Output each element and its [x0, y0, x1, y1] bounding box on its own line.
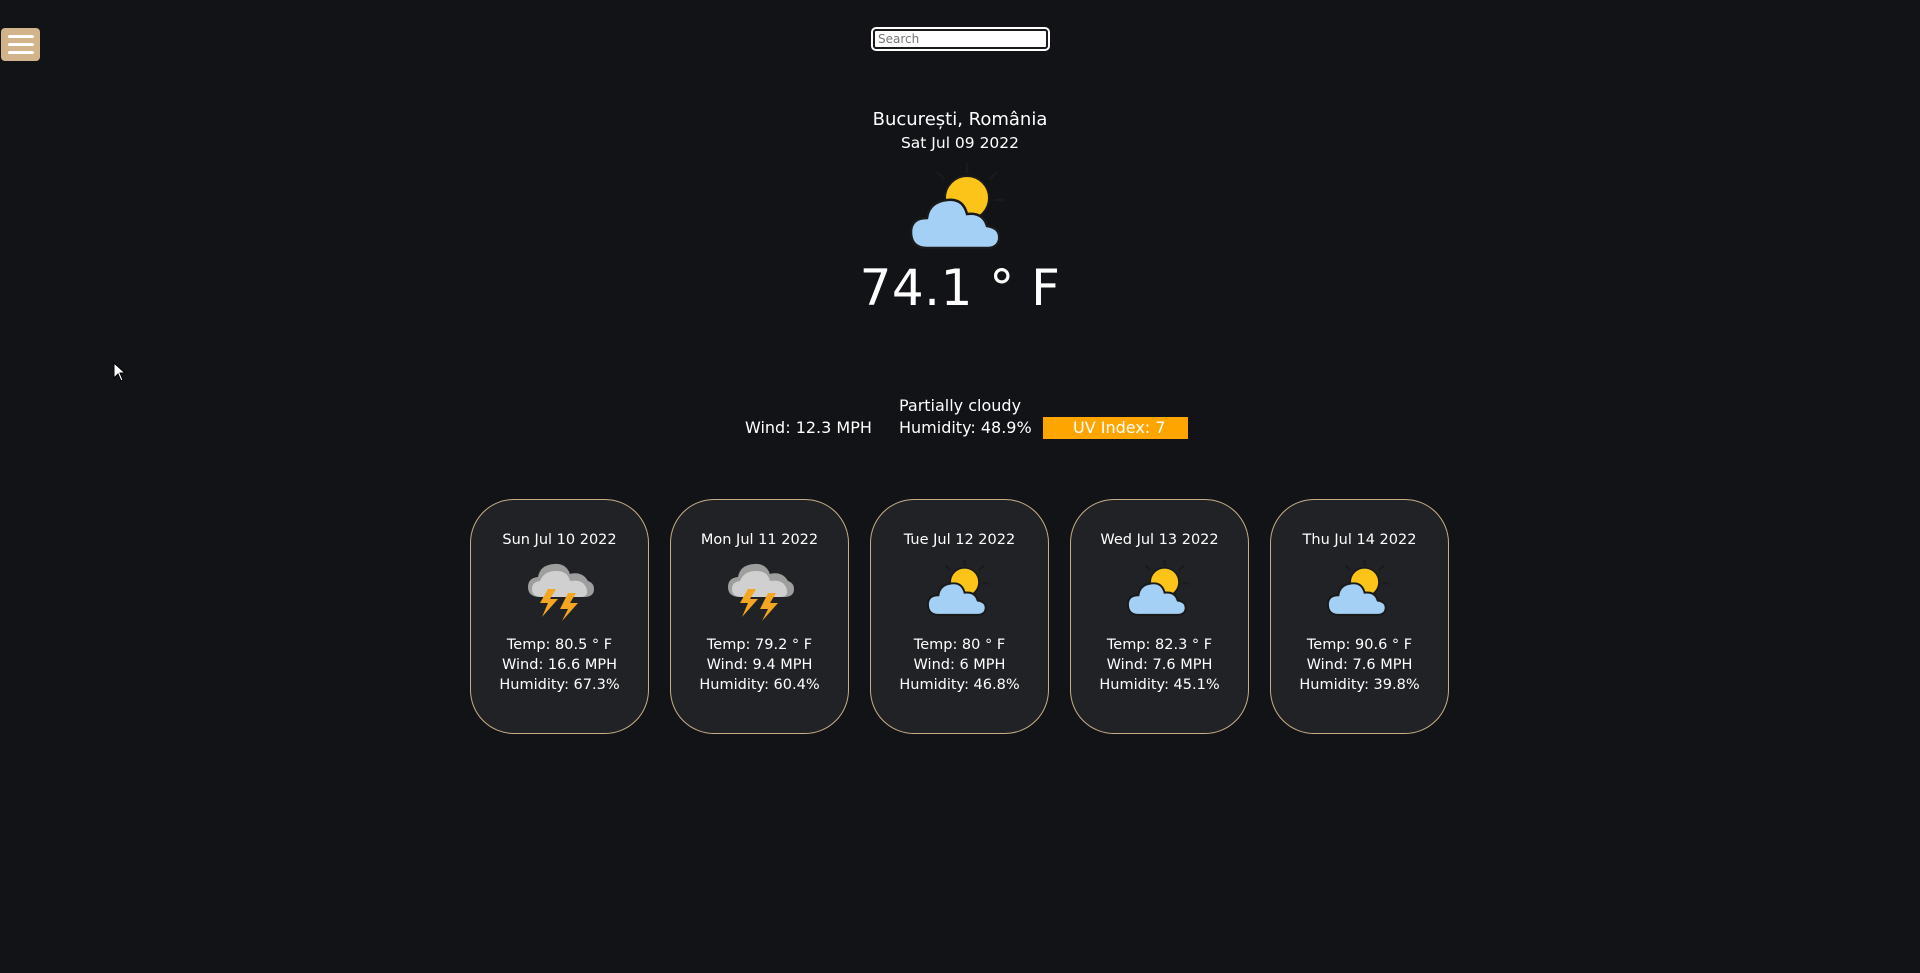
forecast-wind: Wind: 6 MPH	[913, 657, 1006, 673]
partly-cloudy-icon	[1126, 558, 1189, 616]
forecast-card: Mon Jul 11 2022 Temp: 79.2 ° F Wind: 9.4…	[670, 499, 849, 734]
forecast-temp: Temp: 80.5 ° F	[506, 637, 613, 653]
search-input[interactable]	[871, 27, 1050, 51]
humidity-stat: Humidity: 48.9%	[899, 418, 1032, 437]
partly-cloudy-icon	[1326, 558, 1389, 616]
partly-cloudy-icon	[909, 162, 1005, 250]
forecast-humidity: Humidity: 67.3%	[499, 677, 620, 693]
forecast-date: Wed Jul 13 2022	[1100, 532, 1219, 548]
current-temperature: 74.1 ° F	[859, 259, 1061, 317]
forecast-card: Tue Jul 12 2022 Temp: 80 ° F Wind: 6 MPH…	[870, 499, 1049, 734]
forecast-card: Sun Jul 10 2022 Temp: 80.5 ° F Wind: 16.…	[470, 499, 649, 734]
partly-cloudy-icon	[926, 558, 989, 616]
current-date: Sat Jul 09 2022	[900, 134, 1020, 152]
forecast-wind: Wind: 7.6 MPH	[1106, 657, 1213, 673]
current-weather: București, România Sat Jul 09 2022 74.1 …	[760, 108, 1160, 318]
forecast-temp: Temp: 79.2 ° F	[706, 637, 813, 653]
forecast-wind: Wind: 9.4 MPH	[706, 657, 813, 673]
forecast-date: Tue Jul 12 2022	[903, 532, 1016, 548]
current-stats: Wind: 12.3 MPH Humidity: 48.9% UV Index:…	[0, 417, 1920, 439]
location-title: București, România	[872, 109, 1048, 130]
forecast-date: Mon Jul 11 2022	[700, 532, 819, 548]
thunderstorm-icon	[527, 563, 594, 621]
forecast-wind: Wind: 16.6 MPH	[502, 657, 617, 673]
forecast-list: Sun Jul 10 2022 Temp: 80.5 ° F Wind: 16.…	[470, 499, 1449, 734]
forecast-humidity: Humidity: 46.8%	[899, 677, 1020, 693]
mouse-pointer-icon	[113, 362, 127, 382]
forecast-date: Sun Jul 10 2022	[502, 532, 617, 548]
forecast-temp: Temp: 90.6 ° F	[1306, 637, 1413, 653]
wind-stat: Wind: 12.3 MPH	[745, 418, 872, 437]
hamburger-menu-icon-bar	[7, 51, 34, 54]
forecast-temp: Temp: 82.3 ° F	[1106, 637, 1213, 653]
hamburger-menu-icon-bar	[7, 43, 34, 46]
uv-index-badge: UV Index: 7	[1043, 417, 1188, 439]
forecast-humidity: Humidity: 60.4%	[699, 677, 820, 693]
forecast-humidity: Humidity: 39.8%	[1299, 677, 1420, 693]
hamburger-menu-button[interactable]	[1, 28, 40, 61]
weather-app: București, România Sat Jul 09 2022 74.1 …	[0, 0, 1920, 973]
forecast-card: Thu Jul 14 2022 Temp: 90.6 ° F Wind: 7.6…	[1270, 499, 1449, 734]
forecast-card: Wed Jul 13 2022 Temp: 82.3 ° F Wind: 7.6…	[1070, 499, 1249, 734]
forecast-temp: Temp: 80 ° F	[913, 637, 1006, 653]
thunderstorm-icon	[727, 563, 794, 621]
forecast-date: Thu Jul 14 2022	[1302, 532, 1417, 548]
forecast-humidity: Humidity: 45.1%	[1099, 677, 1220, 693]
hamburger-menu-icon-bar	[7, 35, 34, 38]
forecast-wind: Wind: 7.6 MPH	[1306, 657, 1413, 673]
conditions-text: Partially cloudy	[898, 396, 1022, 415]
